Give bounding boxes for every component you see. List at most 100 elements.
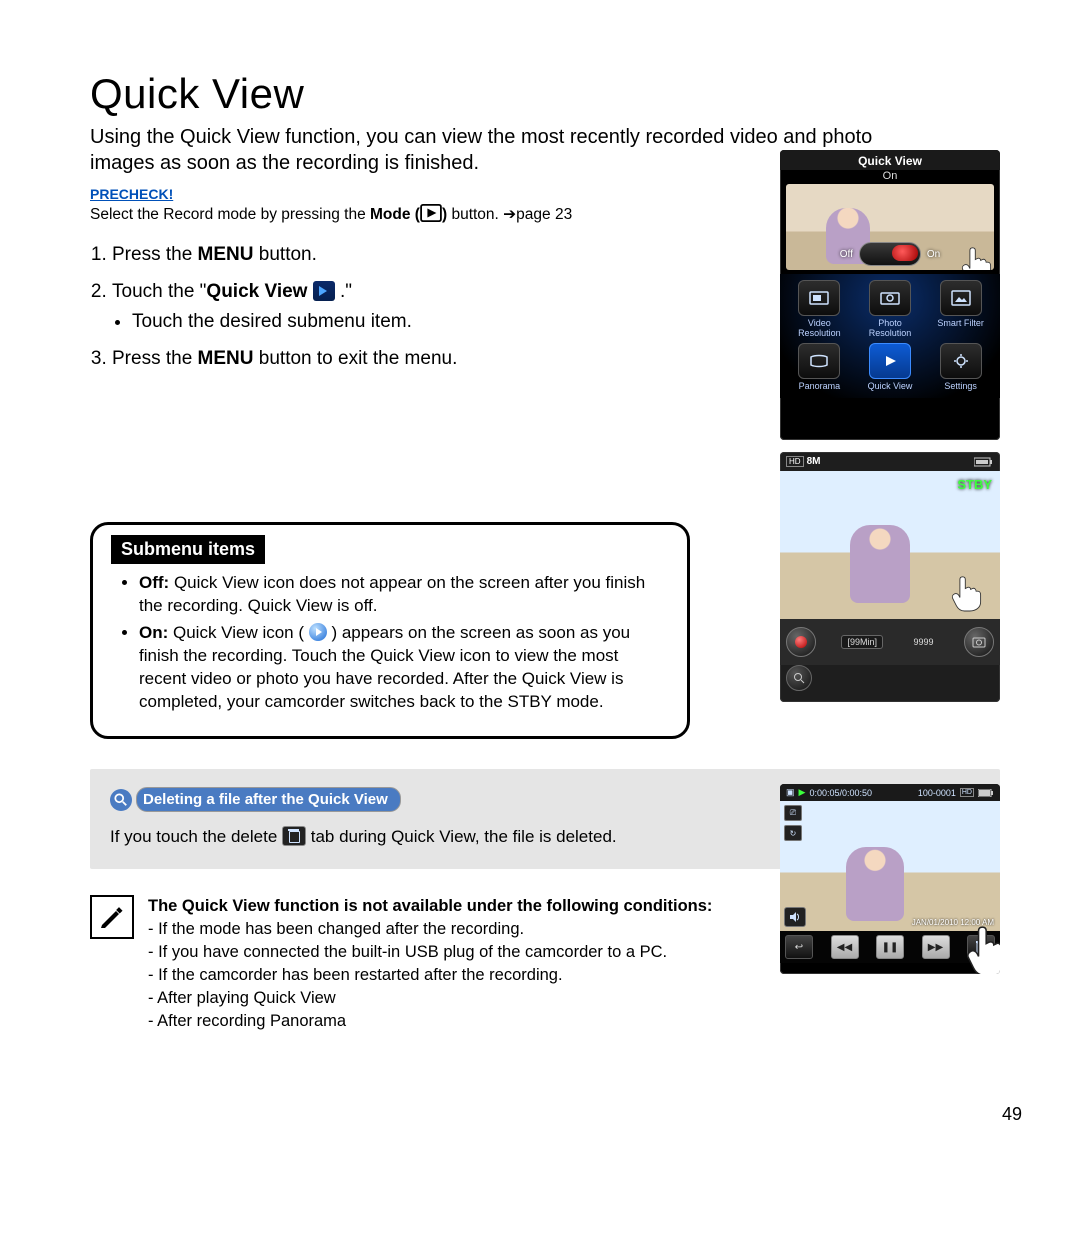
screen2-resolution: 8M (807, 456, 821, 467)
screen1-preview: Off On (786, 184, 994, 270)
submenu-on-label: On: (139, 623, 168, 642)
magnifier-icon (110, 789, 132, 811)
menu-label-2: Smart Filter (927, 319, 994, 329)
sd-icon: ▣ (786, 787, 795, 798)
trash-icon (282, 826, 306, 846)
screen1-state: On (780, 170, 1000, 182)
mode-button-icon (420, 204, 442, 222)
battery-icon (974, 457, 994, 467)
precheck-mode-word: Mode (370, 206, 410, 223)
steps-list: Press the MENU button. Touch the "Quick … (90, 242, 672, 372)
submenu-off: Off: Quick View icon does not appear on … (139, 572, 669, 618)
step2-bold: Quick View (206, 281, 307, 302)
hd-badge-icon: HD (960, 788, 974, 797)
screen-menu: Quick View On Off On Video Resolution Ph… (780, 150, 1000, 440)
step1-pre: Press the (112, 244, 198, 265)
precheck-suffix: button. (451, 206, 503, 223)
step3-pre: Press the (112, 348, 198, 369)
submenu-on-pre: Quick View icon ( (168, 623, 308, 642)
toggle-off-label: Off (840, 249, 853, 260)
shots-remaining: 9999 (908, 636, 938, 648)
toggle-row: Off On (786, 242, 994, 266)
record-button[interactable] (786, 627, 816, 657)
stby-indicator: STBY (957, 477, 992, 492)
quick-view-toggle[interactable] (859, 242, 921, 266)
child-subject (846, 847, 904, 921)
submenu-box: Submenu items Off: Quick View icon does … (90, 522, 690, 739)
playback-time: 0:00:05/0:00:50 (809, 788, 872, 798)
rewind-button[interactable]: ◀◀ (831, 935, 859, 959)
quick-view-icon (313, 281, 335, 301)
note-item-2: - If the camcorder has been restarted af… (148, 966, 563, 984)
hand-pointer-icon (950, 573, 986, 613)
step2-pre: Touch the " (112, 281, 206, 302)
submenu-off-label: Off: (139, 573, 169, 592)
step1-post: button. (254, 244, 317, 265)
hand-pointer-icon (962, 922, 1000, 974)
precheck-paren-close: ) (442, 206, 447, 223)
tip-body-pre: If you touch the delete (110, 827, 282, 846)
playback-file: 100-0001 (918, 788, 956, 798)
note-text: The Quick View function is not available… (148, 895, 712, 1034)
battery-icon (978, 789, 994, 797)
pause-button[interactable]: ❚❚ (876, 935, 904, 959)
device-previews: Quick View On Off On Video Resolution Ph… (780, 150, 1000, 974)
menu-label-5: Settings (927, 382, 994, 392)
toggle-knob (892, 245, 918, 261)
back-button[interactable]: ↩ (785, 935, 813, 959)
step2-sublist: Touch the desired submenu item. (112, 309, 672, 336)
submenu-off-text: Quick View icon does not appear on the s… (139, 573, 645, 615)
menu-item-panorama[interactable]: Panorama (786, 343, 853, 392)
screen-standby: HD 8M STBY [99Min] 9999 (780, 452, 1000, 702)
step1-bold: MENU (198, 244, 254, 265)
menu-item-settings[interactable]: Settings (927, 343, 994, 392)
step2-bullet: Touch the desired submenu item. (132, 309, 672, 336)
note-heading: The Quick View function is not available… (148, 897, 712, 915)
screen2-topbar: HD 8M (780, 452, 1000, 471)
step-2: Touch the "Quick View ." Touch the desir… (112, 279, 672, 336)
tip-title: Deleting a file after the Quick View (136, 787, 401, 812)
zoom-button[interactable] (786, 665, 812, 691)
volume-button[interactable] (784, 907, 806, 927)
playback-topbar: ▣ ▶ 0:00:05/0:00:50 100-0001 HD (780, 784, 1000, 801)
playback-left-icons: ⎚ ↻ (784, 805, 802, 841)
loop-icon: ↻ (784, 825, 802, 841)
play-circle-icon (309, 623, 327, 641)
menu-grid: Video Resolution Photo Resolution Smart … (780, 274, 1000, 398)
note-item-3: - After playing Quick View (148, 989, 336, 1007)
menu-label-0: Video Resolution (786, 319, 853, 339)
intro-text: Using the Quick View function, you can v… (90, 124, 890, 176)
note-item-4: - After recording Panorama (148, 1012, 346, 1030)
menu-item-quick-view[interactable]: Quick View (857, 343, 924, 392)
forward-button[interactable]: ▶▶ (922, 935, 950, 959)
zoom-row (780, 665, 1000, 697)
playback-frame[interactable]: ⎚ ↻ JAN/01/2010 12:00 AM (780, 801, 1000, 931)
submenu-on: On: Quick View icon ( ) appears on the s… (139, 622, 669, 714)
menu-item-video-resolution[interactable]: Video Resolution (786, 280, 853, 339)
step-3: Press the MENU button to exit the menu. (112, 346, 672, 373)
screen-playback: ▣ ▶ 0:00:05/0:00:50 100-0001 HD ⎚ ↻ JAN/… (780, 784, 1000, 974)
step3-bold: MENU (198, 348, 254, 369)
toggle-on-label: On (927, 249, 940, 260)
menu-item-smart-filter[interactable]: Smart Filter (927, 280, 994, 339)
note-item-1: - If you have connected the built-in USB… (148, 943, 667, 961)
screen1-title: Quick View (780, 150, 1000, 170)
step-1: Press the MENU button. (112, 242, 672, 269)
viewfinder[interactable]: STBY (780, 471, 1000, 619)
menu-label-3: Panorama (786, 382, 853, 392)
page-title: Quick View (90, 70, 1000, 118)
note-pencil-icon (90, 895, 134, 939)
precheck-prefix: Select the Record mode by pressing the (90, 206, 370, 223)
step2-post: ." (335, 281, 352, 302)
sharpness-icon: ⎚ (784, 805, 802, 821)
note-item-0: - If the mode has been changed after the… (148, 920, 524, 938)
hd-icon: HD (786, 456, 804, 467)
tip-heading: Deleting a file after the Quick View (110, 787, 401, 812)
tip-body-post: tab during Quick View, the file is delet… (311, 827, 617, 846)
page-number: 49 (1002, 1104, 1022, 1125)
menu-label-1: Photo Resolution (857, 319, 924, 339)
time-remaining: [99Min] (841, 635, 883, 649)
menu-item-photo-resolution[interactable]: Photo Resolution (857, 280, 924, 339)
photo-capture-button[interactable] (964, 627, 994, 657)
screen2-bottombar: [99Min] 9999 (780, 619, 1000, 665)
